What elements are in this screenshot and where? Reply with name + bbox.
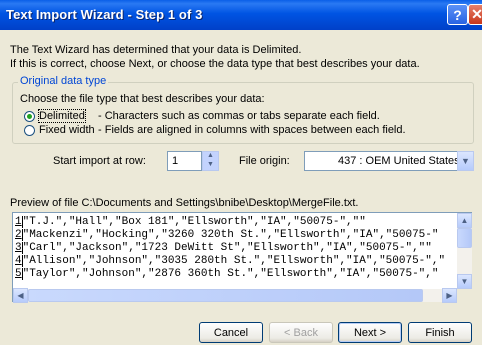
fixed-width-radio[interactable] (24, 125, 35, 136)
file-origin-label: File origin: (239, 155, 290, 167)
file-origin-dropdown-button[interactable]: ▼ (457, 151, 474, 171)
close-button[interactable]: ✕ (468, 4, 482, 25)
spin-down-icon: ▼ (207, 161, 214, 168)
delimited-radio[interactable] (24, 111, 35, 122)
help-icon: ? (453, 6, 462, 23)
help-button[interactable]: ? (447, 4, 468, 25)
finish-button[interactable]: Finish (408, 322, 472, 343)
vertical-scroll-thumb[interactable] (457, 228, 472, 248)
chevron-down-icon: ▼ (461, 156, 470, 166)
window-title: Text Import Wizard - Step 1 of 3 (6, 7, 203, 22)
scroll-up-icon[interactable]: ▲ (457, 213, 472, 228)
fixed-width-label[interactable]: Fixed width (39, 124, 95, 136)
preview-label: Preview of file C:\Documents and Setting… (10, 197, 359, 209)
preview-horizontal-scrollbar[interactable]: ◀ ▶ (13, 288, 457, 303)
preview-vertical-scrollbar[interactable]: ▲ ▼ (457, 213, 472, 289)
horizontal-scroll-thumb[interactable] (28, 289, 423, 302)
scrollbar-corner (457, 289, 472, 302)
start-row-input[interactable]: 1 (167, 151, 202, 171)
start-row-value: 1 (172, 155, 179, 167)
preview-line: 5"Taylor","Johnson","2876 360th St.","El… (15, 268, 439, 280)
next-button[interactable]: Next > (338, 322, 402, 343)
file-origin-select[interactable]: 437 : OEM United States (304, 151, 474, 171)
start-row-spinner[interactable]: ▲ ▼ (202, 151, 219, 171)
preview-line: 2"Mackenzi","Hocking","3260 320th St.","… (15, 229, 439, 241)
file-origin-value: 437 : OEM United States (338, 155, 460, 167)
scroll-down-icon[interactable]: ▼ (457, 274, 472, 289)
back-button[interactable]: < Back (269, 322, 333, 343)
title-bar: Text Import Wizard - Step 1 of 3 ? ✕ (0, 0, 482, 30)
start-row-label: Start import at row: (53, 155, 146, 167)
scroll-right-icon[interactable]: ▶ (442, 288, 457, 303)
radio-selected-dot (27, 114, 32, 119)
preview-line: 4"Allison","Johnson","3035 280th St.","E… (15, 255, 446, 267)
intro-line-1: The Text Wizard has determined that your… (10, 44, 302, 56)
cancel-button[interactable]: Cancel (199, 322, 263, 343)
scroll-left-icon[interactable]: ◀ (13, 288, 28, 303)
delimited-description: - Characters such as commas or tabs sepa… (98, 110, 380, 122)
close-icon: ✕ (471, 6, 482, 22)
fixed-width-description: - Fields are aligned in columns with spa… (98, 124, 406, 136)
group-legend: Original data type (18, 75, 109, 87)
preview-line: 1"T.J.","Hall","Box 181","Ellsworth","IA… (15, 216, 366, 228)
delimited-label[interactable]: Delimited (38, 109, 86, 123)
intro-line-2: If this is correct, choose Next, or choo… (10, 58, 420, 70)
spin-up-icon: ▲ (207, 152, 214, 159)
data-type-instruction: Choose the file type that best describes… (20, 93, 265, 105)
preview-line: 3"Carl","Jackson","1723 DeWitt St","Ells… (15, 242, 432, 254)
